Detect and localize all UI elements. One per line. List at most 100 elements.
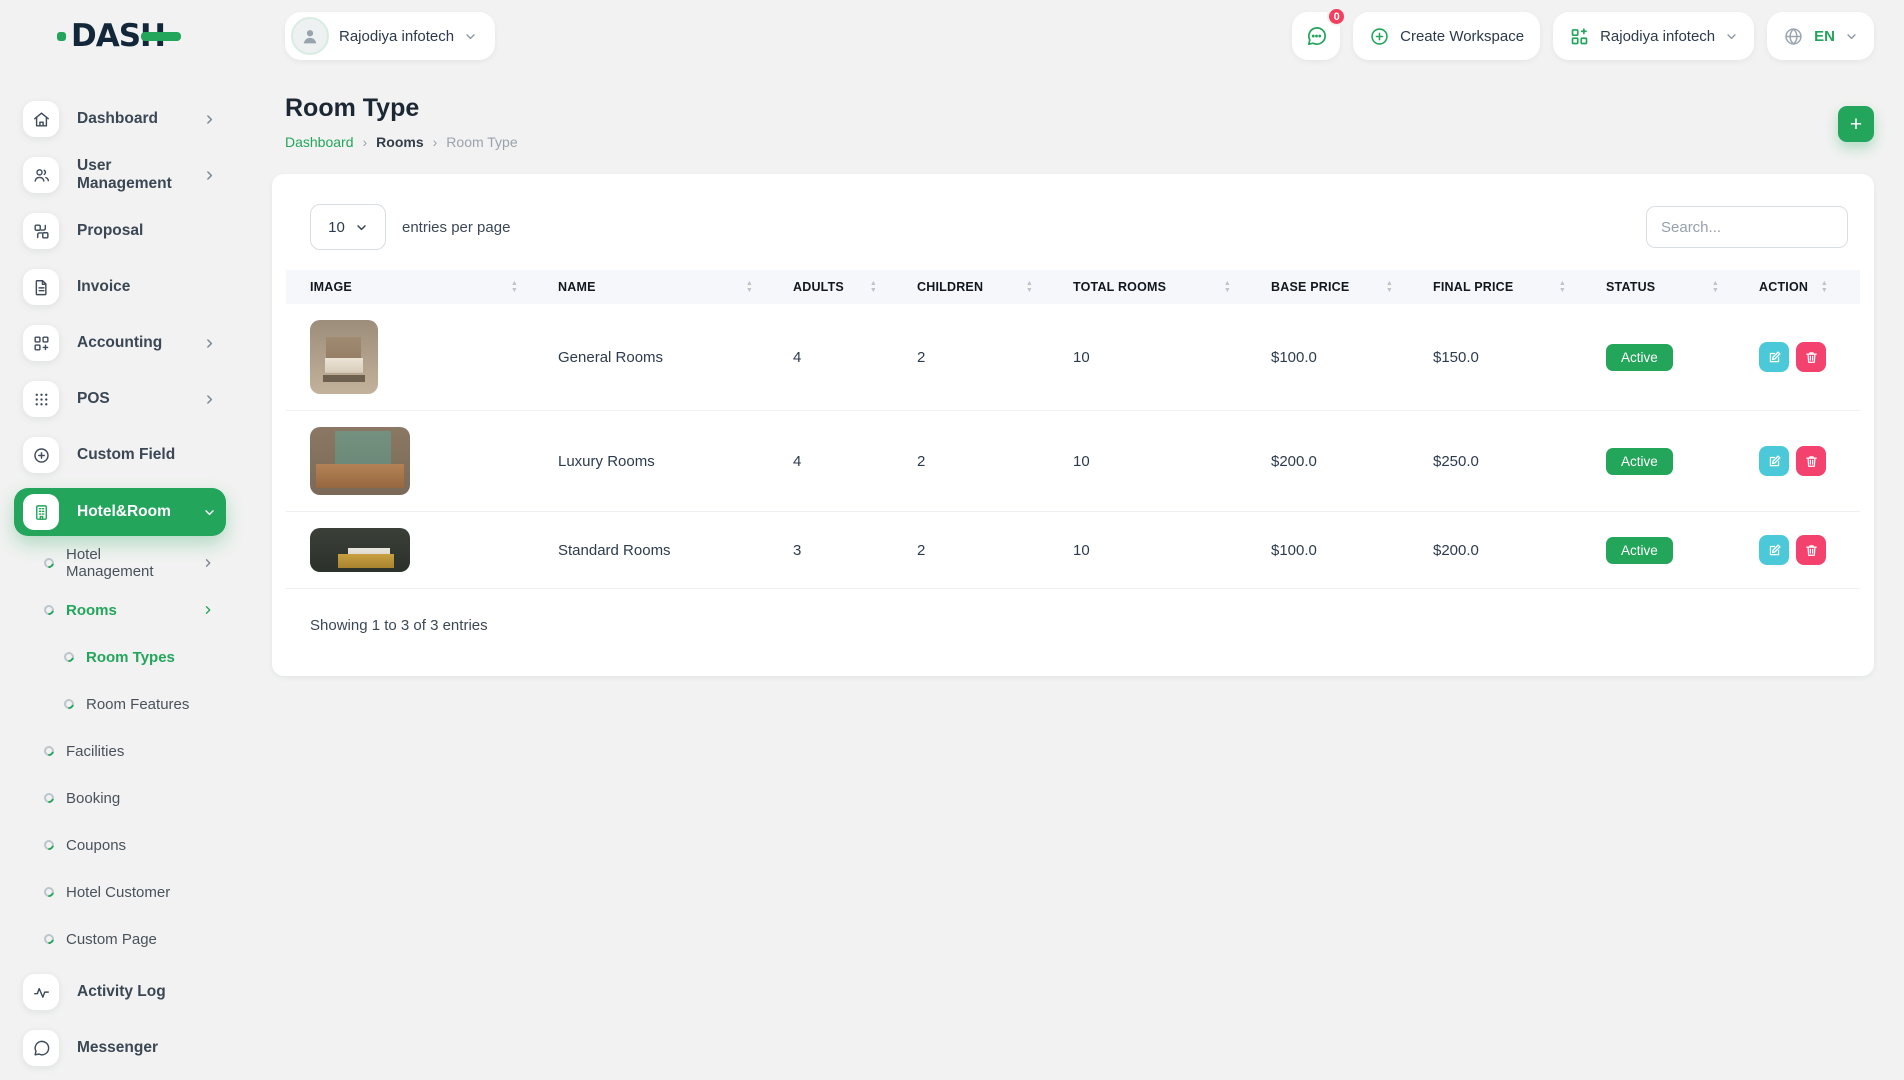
sidebar-subitem-facilities[interactable]: Facilities [14,731,226,771]
final-price-cell: $150.0 [1425,304,1598,411]
column-header-name[interactable]: NAME▲▼ [550,270,785,304]
column-header-children[interactable]: CHILDREN▲▼ [909,270,1065,304]
pos-icon [23,381,59,417]
sidebar-item-user-management[interactable]: User Management [14,152,226,198]
sidebar-subitem-hotel-management[interactable]: Hotel Management [14,543,226,583]
workspace-label: Rajodiya infotech [339,28,454,45]
chevron-right-icon [203,169,216,182]
add-room-type-button[interactable]: + [1838,106,1874,142]
sidebar-item-activity-log[interactable]: Activity Log [14,969,226,1015]
sidebar-subitem-label: Room Types [86,649,175,666]
page-size-value: 10 [328,219,345,236]
chevron-right-icon [203,337,216,350]
children-cell: 2 [909,411,1065,512]
logo-dash-icon [141,32,181,41]
sort-icon: ▲▼ [1712,281,1719,294]
create-workspace-button[interactable]: Create Workspace [1353,12,1540,60]
delete-button[interactable] [1796,342,1826,372]
sidebar-item-pos[interactable]: POS [14,376,226,422]
sort-icon: ▲▼ [1821,281,1828,294]
adults-cell: 4 [785,411,909,512]
chat-icon [1305,25,1328,48]
edit-button[interactable] [1759,535,1789,565]
column-header-adults[interactable]: ADULTS▲▼ [785,270,909,304]
bullet-icon [62,650,76,664]
search-input[interactable] [1646,206,1848,248]
sidebar-subitem-room-types[interactable]: Room Types [14,637,226,677]
invoice-icon [23,269,59,305]
sidebar-item-label: Accounting [77,334,162,352]
top-bar: DASH Rajodiya infotech 0 Create Workspac… [0,0,1904,72]
final-price-cell: $200.0 [1425,512,1598,589]
custom-field-icon [23,437,59,473]
breadcrumb-room-type: Room Type [446,134,517,150]
entries-per-page-select[interactable]: 10 [310,204,386,250]
sidebar-subitem-label: Rooms [66,602,117,619]
logo-dot-icon [57,32,66,41]
sidebar-item-accounting[interactable]: Accounting [14,320,226,366]
sidebar-subitem-coupons[interactable]: Coupons [14,825,226,865]
action-cell [1751,411,1860,512]
column-header-total-rooms[interactable]: TOTAL ROOMS▲▼ [1065,270,1263,304]
chevron-down-icon [464,30,477,43]
column-label: CHILDREN [917,280,983,294]
sidebar-item-label: Activity Log [77,983,166,1001]
breadcrumb-dashboard[interactable]: Dashboard [285,134,354,150]
sidebar-item-label: Dashboard [77,110,158,128]
sidebar-item-label: Invoice [77,278,130,296]
total-rooms-cell: 10 [1065,304,1263,411]
column-label: NAME [558,280,596,294]
status-cell: Active [1598,411,1751,512]
chevron-right-icon [203,393,216,406]
sidebar-item-invoice[interactable]: Invoice [14,264,226,310]
column-label: ADULTS [793,280,844,294]
column-label: FINAL PRICE [1433,280,1513,294]
sidebar-item-label: Custom Field [77,446,175,464]
sidebar-subitem-room-features[interactable]: Room Features [14,684,226,724]
sidebar-item-dashboard[interactable]: Dashboard [14,96,226,142]
breadcrumb: Dashboard›Rooms›Room Type [285,134,518,150]
breadcrumb-rooms[interactable]: Rooms [376,134,423,150]
messenger-icon [23,1030,59,1066]
name-cell: General Rooms [550,304,785,411]
sidebar-subitem-hotel-customer[interactable]: Hotel Customer [14,872,226,912]
column-label: IMAGE [310,280,352,294]
delete-button[interactable] [1796,446,1826,476]
column-label: TOTAL ROOMS [1073,280,1166,294]
column-header-final-price[interactable]: FINAL PRICE▲▼ [1425,270,1598,304]
sidebar-subitem-custom-page[interactable]: Custom Page [14,919,226,959]
image-cell [286,304,550,411]
bullet-icon [42,556,56,570]
bullet-icon [62,697,76,711]
sort-icon: ▲▼ [511,281,518,294]
messages-button[interactable]: 0 [1292,12,1340,60]
column-header-status[interactable]: STATUS▲▼ [1598,270,1751,304]
bullet-icon [42,603,56,617]
column-header-action[interactable]: ACTION▲▼ [1751,270,1860,304]
edit-button[interactable] [1759,342,1789,372]
sidebar-item-label: User Management [77,157,185,193]
delete-button[interactable] [1796,535,1826,565]
company-label: Rajodiya infotech [1600,28,1715,45]
standard-rooms-photo [310,528,410,572]
brand-logo: DASH [57,18,181,54]
edit-button[interactable] [1759,446,1789,476]
sidebar-item-label: POS [77,390,110,408]
sidebar-item-hotel-room[interactable]: Hotel&Room [14,488,226,536]
bullet-icon [42,885,56,899]
chevron-right-icon [202,604,214,616]
company-dropdown[interactable]: Rajodiya infotech [1553,12,1754,60]
hotel-icon [23,494,59,530]
sidebar-subitem-booking[interactable]: Booking [14,778,226,818]
table-row-standard-rooms: Standard Rooms3210$100.0$200.0Active [286,512,1860,589]
sidebar-item-proposal[interactable]: Proposal [14,208,226,254]
avatar [291,17,329,55]
column-header-base-price[interactable]: BASE PRICE▲▼ [1263,270,1425,304]
column-header-image[interactable]: IMAGE ▲▼ [286,270,550,304]
table-row-general-rooms: General Rooms4210$100.0$150.0Active [286,304,1860,411]
sidebar-subitem-rooms[interactable]: Rooms [14,590,226,630]
workspace-selector[interactable]: Rajodiya infotech [285,12,495,60]
sidebar-item-messenger[interactable]: Messenger [14,1025,226,1071]
language-dropdown[interactable]: EN [1767,12,1874,60]
sidebar-item-custom-field[interactable]: Custom Field [14,432,226,478]
